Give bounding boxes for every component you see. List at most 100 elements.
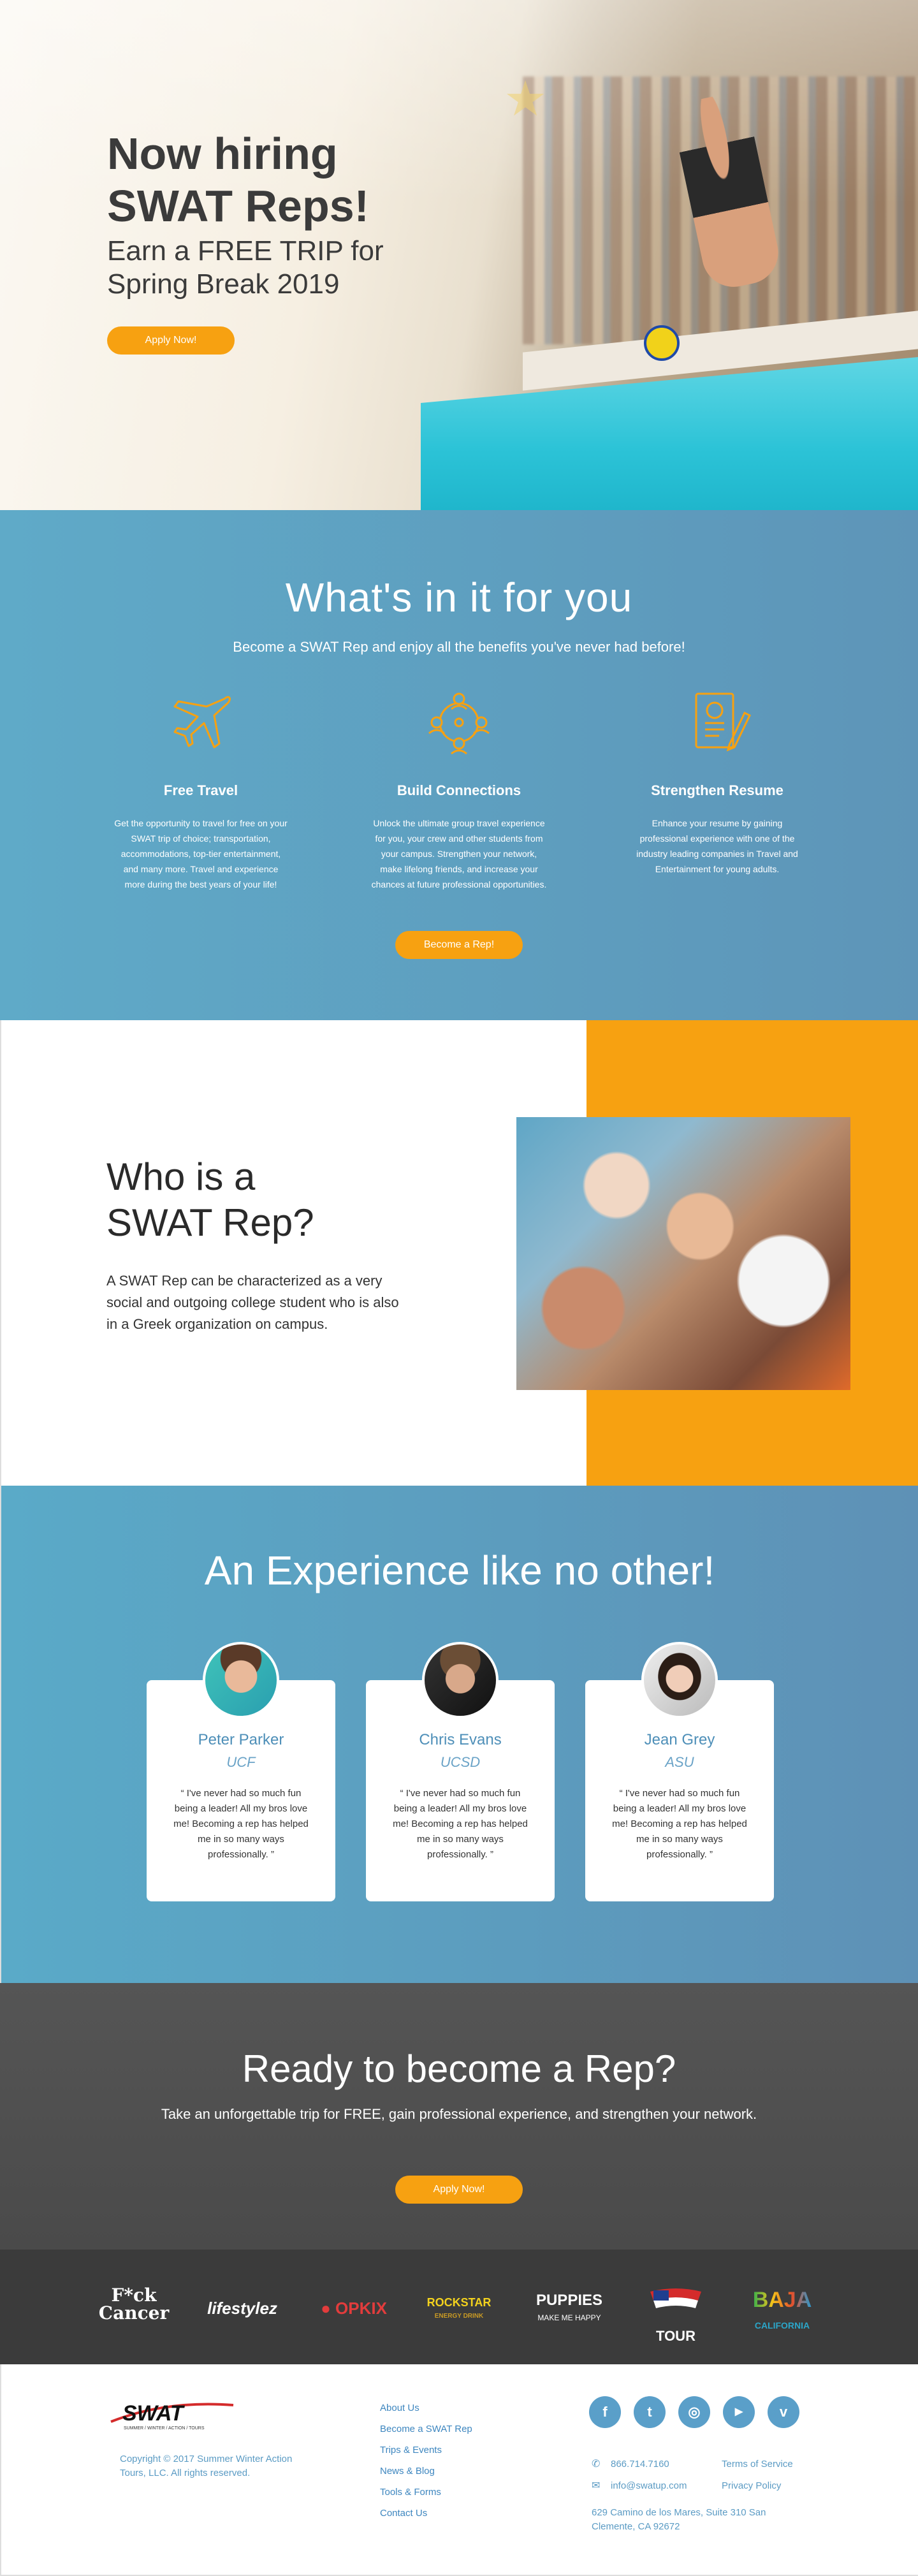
- instagram-icon[interactable]: ◎: [678, 2396, 710, 2428]
- benefit-title: Build Connections: [397, 782, 521, 798]
- logo-text: SWAT: [122, 2401, 186, 2426]
- contact-info: ✆ 866.714.7160 ✉ info@swatup.com: [592, 2454, 687, 2497]
- sponsor-logo-baja-california[interactable]: BAJA CALIFORNIA: [741, 2288, 824, 2330]
- swat-logo[interactable]: SWAT SUMMER / WINTER / ACTION / TOURS: [108, 2396, 236, 2431]
- party-photo: [516, 1117, 850, 1390]
- benefit-text: Unlock the ultimate group travel experie…: [371, 818, 547, 889]
- benefit-build-connections: Build Connections Unlock the ultimate gr…: [363, 687, 555, 892]
- sponsor-text: ENERGY DRINK: [434, 2313, 484, 2320]
- rep-school: ASU: [665, 1754, 694, 1770]
- rep-school: UCF: [226, 1754, 256, 1770]
- ready-section: Ready to become a Rep? Take an unforgett…: [0, 1983, 918, 2250]
- footer-links: About Us Become a SWAT Rep Trips & Event…: [380, 2397, 472, 2524]
- sponsor-logo-fck-cancer[interactable]: F*ck Cancer: [96, 2287, 172, 2325]
- sponsor-text: BAJA: [752, 2288, 812, 2312]
- sponsor-text: PUPPIES: [536, 2292, 603, 2309]
- sponsors-bar: F*ck Cancer lifestylez ● OPKIX ROCKSTAR …: [0, 2250, 918, 2364]
- testimonial-card: Jean Grey ASU “ I've never had so much f…: [585, 1642, 774, 1901]
- hero-subtitle-line2: Spring Break 2019: [107, 268, 340, 300]
- become-rep-button[interactable]: Become a Rep!: [395, 931, 523, 959]
- star-decoration-icon: ★: [504, 72, 548, 126]
- sponsor-logo-lifestylez[interactable]: lifestylez: [201, 2289, 284, 2327]
- footer-link-news-blog[interactable]: News & Blog: [380, 2461, 472, 2482]
- sponsor-text: TOUR: [656, 2328, 696, 2344]
- privacy-link[interactable]: Privacy Policy: [722, 2475, 793, 2497]
- terms-link[interactable]: Terms of Service: [722, 2454, 793, 2475]
- avatar: [203, 1642, 279, 1718]
- phone-icon: ✆: [592, 2459, 601, 2470]
- legal-links: Terms of Service Privacy Policy: [722, 2454, 793, 2497]
- twitter-icon[interactable]: t: [634, 2396, 666, 2428]
- sponsor-logo-rockstar[interactable]: ROCKSTAR ENERGY DRINK: [421, 2297, 497, 2335]
- hero-title-line2: SWAT Reps!: [107, 181, 369, 231]
- opkix-dot-icon: ●: [321, 2299, 331, 2318]
- rep-quote: “ I've never had so much fun being a lea…: [173, 1788, 309, 1860]
- avatar: [641, 1642, 718, 1718]
- experience-title: An Experience like no other!: [204, 1548, 715, 1593]
- youtube-icon[interactable]: ▶: [723, 2396, 755, 2428]
- phone-number: 866.714.7160: [611, 2459, 669, 2470]
- who-title-line2: SWAT Rep?: [106, 1201, 314, 1244]
- hero-apply-button[interactable]: Apply Now!: [107, 326, 235, 355]
- benefit-title: Strengthen Resume: [651, 782, 783, 798]
- footer: SWAT SUMMER / WINTER / ACTION / TOURS Co…: [0, 2364, 918, 2576]
- ready-subtitle: Take an unforgettable trip for FREE, gai…: [161, 2106, 757, 2122]
- resume-icon: [695, 692, 751, 752]
- benefit-title: Free Travel: [163, 782, 238, 798]
- sponsor-logo-puppies[interactable]: PUPPIES MAKE ME HAPPY: [528, 2293, 611, 2331]
- experience-section: An Experience like no other! Peter Parke…: [0, 1486, 918, 1983]
- beach-ball-image: [644, 325, 680, 361]
- avatar: [422, 1642, 499, 1718]
- usa-flag-icon: [650, 2288, 701, 2308]
- benefits-subtitle: Become a SWAT Rep and enjoy all the bene…: [233, 639, 685, 655]
- rep-quote: “ I've never had so much fun being a lea…: [393, 1788, 528, 1860]
- footer-link-about-us[interactable]: About Us: [380, 2397, 472, 2419]
- email-row[interactable]: ✉ info@swatup.com: [592, 2475, 687, 2497]
- ready-title: Ready to become a Rep?: [242, 2047, 676, 2090]
- rep-quote: “ I've never had so much fun being a lea…: [612, 1788, 747, 1860]
- vimeo-icon[interactable]: v: [768, 2396, 799, 2428]
- benefits-columns: Free Travel Get the opportunity to trave…: [105, 687, 813, 892]
- benefit-text: Enhance your resume by gaining professio…: [636, 818, 798, 874]
- footer-link-trips-events[interactable]: Trips & Events: [380, 2440, 472, 2461]
- airplane-icon: [173, 696, 231, 749]
- copyright: Copyright © 2017 Summer Winter Action To…: [120, 2454, 293, 2478]
- hero-content: Now hiring SWAT Reps! Earn a FREE TRIP f…: [107, 128, 439, 355]
- sponsor-text: MAKE ME HAPPY: [537, 2313, 601, 2322]
- who-title-line1: Who is a: [106, 1155, 256, 1198]
- sponsor-text: OPKIX: [335, 2299, 387, 2318]
- hero-subtitle-line1: Earn a FREE TRIP for: [107, 235, 384, 267]
- footer-link-contact-us[interactable]: Contact Us: [380, 2503, 472, 2524]
- rep-school: UCSD: [440, 1754, 481, 1770]
- sponsor-logo-tour[interactable]: TOUR: [644, 2285, 708, 2343]
- logo-tagline: SUMMER / WINTER / ACTION / TOURS: [124, 2426, 205, 2431]
- rep-name: Jean Grey: [644, 1731, 715, 1748]
- hero-section: ★ Now hiring SWAT Reps! Earn a FREE TRIP…: [0, 0, 918, 510]
- testimonial-card: Peter Parker UCF “ I've never had so muc…: [147, 1642, 335, 1901]
- ready-apply-button[interactable]: Apply Now!: [395, 2176, 523, 2204]
- who-text: A SWAT Rep can be characterized as a ver…: [106, 1273, 399, 1332]
- footer-link-tools-forms[interactable]: Tools & Forms: [380, 2482, 472, 2503]
- testimonial-cards: Peter Parker UCF “ I've never had so muc…: [147, 1642, 774, 1901]
- facebook-icon[interactable]: f: [589, 2396, 621, 2428]
- email-icon: ✉: [592, 2480, 601, 2491]
- email-address: info@swatup.com: [611, 2480, 687, 2491]
- hero-subtitle: Earn a FREE TRIP for Spring Break 2019: [107, 235, 439, 301]
- hero-title: Now hiring SWAT Reps!: [107, 128, 439, 232]
- benefit-free-travel: Free Travel Get the opportunity to trave…: [105, 687, 296, 892]
- who-content: Who is a SWAT Rep? A SWAT Rep can be cha…: [106, 1154, 425, 1335]
- phone-row[interactable]: ✆ 866.714.7160: [592, 2454, 687, 2475]
- benefits-section: What's in it for you Become a SWAT Rep a…: [0, 510, 918, 1020]
- who-section: Who is a SWAT Rep? A SWAT Rep can be cha…: [0, 1020, 918, 1486]
- sponsor-text: Cancer: [98, 2302, 170, 2324]
- footer-link-become-rep[interactable]: Become a SWAT Rep: [380, 2419, 472, 2440]
- who-title: Who is a SWAT Rep?: [106, 1154, 425, 1246]
- benefit-strengthen-resume: Strengthen Resume Enhance your resume by…: [622, 687, 813, 892]
- sponsor-text: ROCKSTAR: [426, 2296, 492, 2309]
- address: 629 Camino de los Mares, Suite 310 San C…: [592, 2507, 766, 2532]
- sponsor-logo-opkix[interactable]: ● OPKIX: [312, 2289, 395, 2327]
- rep-quote-text: I've never had so much fun being a leade…: [173, 1788, 309, 1860]
- benefit-text: Get the opportunity to travel for free o…: [114, 818, 288, 889]
- rep-name: Peter Parker: [198, 1731, 284, 1748]
- testimonial-card: Chris Evans UCSD “ I've never had so muc…: [366, 1642, 555, 1901]
